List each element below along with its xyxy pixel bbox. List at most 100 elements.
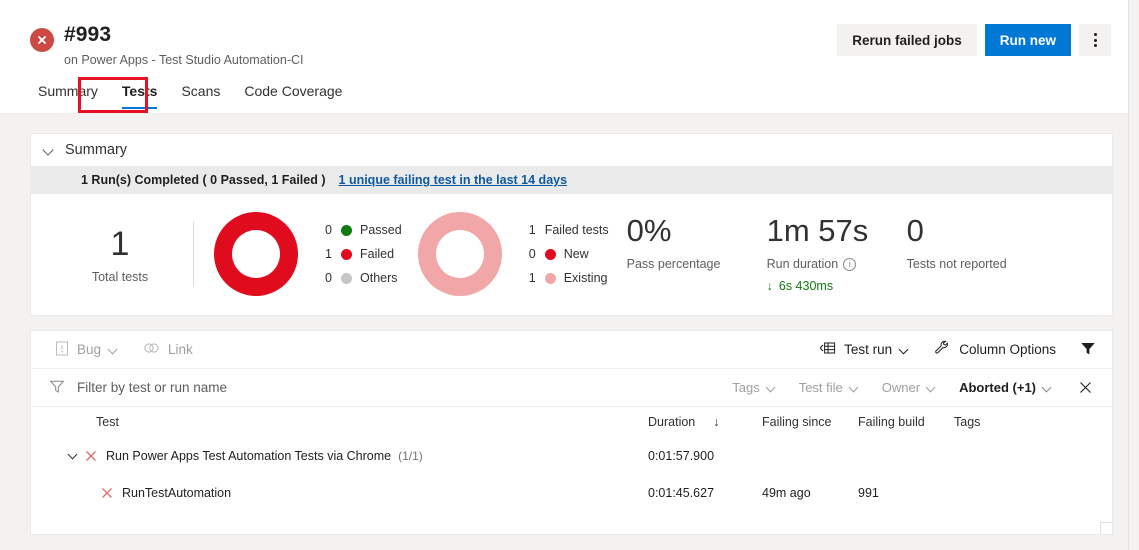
tab-summary[interactable]: Summary	[26, 80, 110, 111]
total-tests-label: Total tests	[91, 270, 149, 284]
grid-header-row: Test Duration ↓ Failing since Failing bu…	[31, 407, 1112, 437]
column-header-failing-since[interactable]: Failing since	[762, 415, 831, 429]
pass-percentage-label: Pass percentage	[626, 257, 721, 271]
tests-not-reported-stat: 0 Tests not reported	[889, 212, 1029, 271]
test-count: (1/1)	[398, 448, 423, 463]
link-icon	[143, 341, 160, 358]
table-row[interactable]: RunTestAutomation 0:01:45.627 49m ago 99…	[31, 474, 1112, 511]
legend-row-failed: 1 Failed	[314, 242, 402, 266]
filter-toggle-button[interactable]	[1068, 334, 1100, 366]
run-new-button[interactable]: Run new	[984, 24, 1071, 56]
tests-not-reported-label: Tests not reported	[906, 257, 1007, 271]
funnel-filter-icon	[1080, 341, 1096, 359]
sort-descending-icon[interactable]: ↓	[713, 415, 719, 429]
column-header-failing-build[interactable]: Failing build	[858, 415, 925, 429]
link-label: Link	[168, 342, 193, 357]
tab-code-coverage[interactable]: Code Coverage	[232, 80, 354, 111]
test-failed-x-icon	[101, 487, 113, 499]
failure-donut-chart	[417, 212, 502, 296]
summary-title: Summary	[65, 142, 128, 158]
test-failed-x-icon	[85, 450, 97, 462]
group-by-list-icon	[819, 341, 836, 358]
legend-label: Failed tests	[544, 223, 609, 237]
results-filter-bar: Tags Test file Owner Aborted (+1)	[31, 369, 1112, 407]
cell-duration: 0:01:45.627	[648, 485, 715, 500]
error-circle-icon	[30, 28, 54, 52]
chevron-down-icon	[767, 383, 777, 393]
build-identity: #993 on Power Apps - Test Studio Automat…	[30, 22, 303, 69]
legend-label: Failed	[360, 247, 395, 261]
test-name: RunTestAutomation	[122, 485, 232, 500]
pivot-tabs: Summary Tests Scans Code Coverage	[26, 80, 354, 111]
divider	[193, 221, 194, 287]
legend-count: 0	[528, 247, 536, 261]
filter-pill-tags[interactable]: Tags	[721, 373, 787, 403]
filter-pill-test-file[interactable]: Test file	[788, 373, 871, 403]
legend-label: Existing	[563, 271, 608, 285]
legend-count: 0	[325, 223, 332, 237]
row-expand-chevron-down-icon[interactable]	[65, 454, 79, 458]
bug-label: Bug	[77, 342, 102, 357]
column-options-label: Column Options	[959, 342, 1056, 357]
tab-tests[interactable]: Tests	[110, 80, 170, 111]
chevron-down-icon	[900, 345, 910, 355]
filter-pill-owner[interactable]: Owner	[871, 373, 948, 403]
total-tests-stat: 1 Total tests	[39, 224, 189, 284]
failure-legend: 1 Failed tests 0 New 1 Existing	[518, 218, 609, 290]
legend-dot-new-icon	[544, 248, 556, 260]
summary-run-strip: 1 Run(s) Completed ( 0 Passed, 1 Failed …	[31, 166, 1112, 194]
link-button[interactable]: Link	[131, 334, 205, 366]
total-tests-value: 1	[110, 225, 130, 263]
results-toolbar: Bug Link Test run Column Options	[31, 331, 1112, 369]
legend-label: Others	[360, 271, 398, 285]
column-header-test[interactable]: Test	[96, 415, 119, 429]
cell-failing-since: 49m ago	[762, 485, 811, 500]
legend-dot-failed-icon	[341, 248, 352, 260]
legend-count: 0	[325, 271, 332, 285]
build-results-page: #993 on Power Apps - Test Studio Automat…	[0, 0, 1139, 550]
cell-duration: 0:01:57.900	[648, 448, 715, 463]
legend-count: 1	[528, 271, 536, 285]
summary-section-header[interactable]: Summary	[31, 134, 1112, 166]
column-header-tags[interactable]: Tags	[954, 415, 980, 429]
bug-button[interactable]: Bug	[43, 334, 131, 366]
legend-row-others: 0 Others	[314, 266, 402, 290]
clear-filters-button[interactable]	[1070, 373, 1100, 403]
legend-count: 1	[528, 223, 536, 237]
run-duration-delta: ↓ 6s 430ms	[767, 279, 889, 293]
test-run-grouping-button[interactable]: Test run	[807, 334, 922, 366]
tab-scans[interactable]: Scans	[169, 80, 232, 111]
outcome-legend: 0 Passed 1 Failed 0 Others	[314, 218, 402, 290]
cell-failing-build: 991	[858, 485, 879, 500]
build-text: #993 on Power Apps - Test Studio Automat…	[64, 22, 303, 69]
search-input[interactable]	[75, 379, 375, 396]
legend-label: New	[563, 247, 589, 261]
ellipsis-dot	[1093, 33, 1097, 36]
filter-pill-outcome[interactable]: Aborted (+1)	[948, 373, 1064, 403]
rerun-failed-jobs-button[interactable]: Rerun failed jobs	[837, 24, 977, 56]
run-duration-delta-value: 6s 430ms	[778, 279, 834, 293]
run-duration-value: 1m 57s	[766, 213, 869, 248]
column-header-duration[interactable]: Duration	[648, 415, 695, 429]
chevron-down-icon	[109, 345, 119, 355]
table-row[interactable]: Run Power Apps Test Automation Tests via…	[31, 437, 1112, 474]
page-scrollbar-gutter[interactable]	[1128, 0, 1139, 550]
bug-report-icon	[55, 341, 69, 359]
more-actions-button[interactable]	[1079, 24, 1111, 56]
run-duration-stat: 1m 57s Run duration i ↓ 6s 430ms	[749, 212, 889, 293]
info-icon[interactable]: i	[843, 257, 857, 271]
chevron-down-icon	[850, 383, 860, 393]
legend-dot-existing-icon	[544, 272, 556, 284]
filter-pill-label: Owner	[881, 380, 921, 395]
wrench-icon	[934, 340, 951, 359]
ellipsis-dot	[1093, 44, 1097, 47]
ellipsis-dot	[1093, 38, 1097, 42]
test-results-grid: Test Duration ↓ Failing since Failing bu…	[31, 407, 1112, 511]
legend-row-passed: 0 Passed	[314, 218, 402, 242]
scroll-corner	[1100, 522, 1112, 534]
column-options-button[interactable]: Column Options	[922, 334, 1068, 366]
pass-percentage-value: 0%	[626, 213, 672, 248]
legend-row-failed-tests: 1 Failed tests	[518, 218, 609, 242]
header-actions: Rerun failed jobs Run new	[837, 24, 1111, 56]
unique-failing-test-link[interactable]: 1 unique failing test in the last 14 day…	[339, 173, 568, 187]
